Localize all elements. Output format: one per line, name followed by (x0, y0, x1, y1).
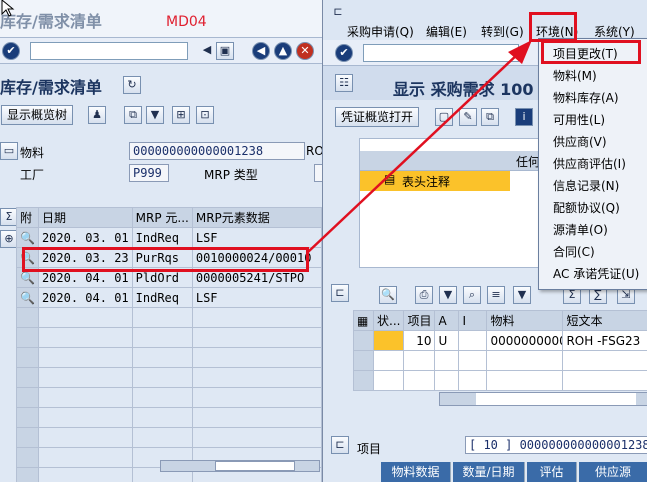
arrow-line (307, 51, 521, 253)
cursor-icon (1, 0, 15, 17)
annotation-arrow (307, 40, 532, 253)
